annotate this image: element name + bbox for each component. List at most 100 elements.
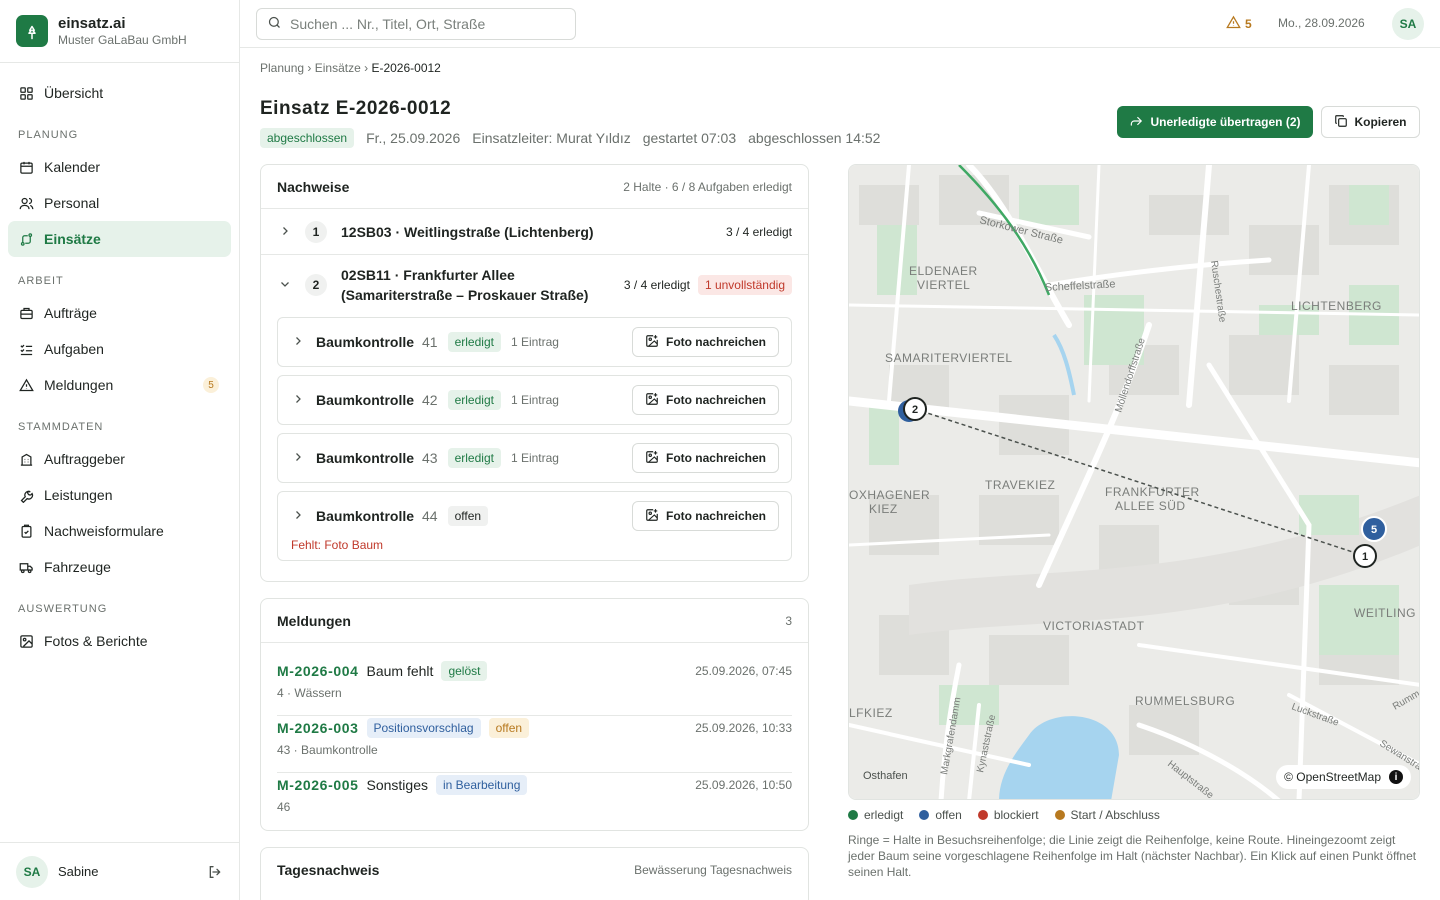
status-badge: in Bearbeitung bbox=[435, 775, 528, 795]
info-icon[interactable]: i bbox=[1389, 770, 1403, 784]
legend-label: offen bbox=[935, 808, 962, 822]
foto-nachreichen-button[interactable]: Foto nachreichen bbox=[632, 501, 779, 531]
nav-item-aufgaben[interactable]: Aufgaben bbox=[8, 331, 231, 367]
chevron-down-icon[interactable] bbox=[279, 277, 291, 293]
warning-icon bbox=[18, 377, 34, 393]
brand[interactable]: einsatz.ai Muster GaLaBau GmbH bbox=[0, 0, 239, 63]
einsatz-meta: abgeschlossen Fr., 25.09.2026 Einsatzlei… bbox=[260, 128, 892, 148]
search-input[interactable] bbox=[290, 16, 570, 32]
topbar: 5 Mo., 28.09.2026 SA bbox=[240, 0, 1440, 48]
image-plus-icon bbox=[645, 508, 666, 525]
nachweise-header: Nachweise 2 Halte · 6 / 8 Aufgaben erled… bbox=[261, 165, 808, 209]
card-title: Nachweise bbox=[277, 178, 350, 195]
task-item[interactable]: Baumkontrolle 41 erledigt 1 Eintrag Foto… bbox=[277, 317, 792, 367]
nav-item-meldungen[interactable]: Meldungen 5 bbox=[8, 367, 231, 403]
einsatz-date: Fr., 25.09.2026 bbox=[366, 130, 461, 146]
meldung-row[interactable]: M-2026-004 Baum fehlt gelöst 4 · Wässern… bbox=[277, 659, 792, 716]
wrench-icon bbox=[18, 487, 34, 503]
briefcase-icon bbox=[18, 305, 34, 321]
meldungen-count: 3 bbox=[785, 613, 792, 628]
chevron-right-icon[interactable] bbox=[292, 392, 304, 408]
map-label: WEITLING bbox=[1354, 606, 1416, 620]
nav-item-auftraege[interactable]: Aufträge bbox=[8, 295, 231, 331]
chevron-right-icon[interactable] bbox=[279, 224, 291, 240]
map-label: Osthafen bbox=[863, 770, 908, 782]
copy-icon bbox=[1334, 114, 1354, 131]
transfer-open-tasks-button[interactable]: Unerledigte übertragen (2) bbox=[1117, 106, 1313, 138]
nav-item-nachweisformulare[interactable]: Nachweisformulare bbox=[8, 513, 231, 549]
halt-title-line: (Samariterstraße – Proskauer Straße) bbox=[341, 287, 589, 303]
halt-title-line: 02SB11 · Frankfurter Allee bbox=[341, 267, 515, 283]
meldung-id[interactable]: M-2026-004 bbox=[277, 663, 359, 679]
users-icon bbox=[18, 195, 34, 211]
incomplete-badge: 1 unvollständig bbox=[697, 275, 792, 295]
map-marker-stop-1[interactable]: 1 bbox=[1353, 544, 1377, 568]
map-marker-stop-2[interactable]: 2 bbox=[903, 397, 927, 421]
einsatz-leader: Einsatzleiter: Murat Yıldız bbox=[472, 130, 631, 146]
map-label: FRANKFURTER bbox=[1105, 485, 1200, 499]
map-attribution[interactable]: © OpenStreetMap i bbox=[1276, 765, 1411, 789]
nav-item-fotos[interactable]: Fotos & Berichte bbox=[8, 623, 231, 659]
nav-label: Aufgaben bbox=[44, 341, 104, 357]
map-explanation: Ringe = Halte in Besuchsreihenfolge; die… bbox=[848, 833, 1417, 879]
foto-nachreichen-button[interactable]: Foto nachreichen bbox=[632, 385, 779, 415]
task-item[interactable]: Baumkontrolle 43 erledigt 1 Eintrag Foto… bbox=[277, 433, 792, 483]
meldung-row[interactable]: M-2026-005 Sonstiges in Bearbeitung 46 2… bbox=[277, 773, 792, 830]
alerts-count: 5 bbox=[1245, 17, 1252, 31]
task-entries: 1 Eintrag bbox=[510, 335, 559, 349]
nav-item-personal[interactable]: Personal bbox=[8, 185, 231, 221]
halt-number: 2 bbox=[305, 274, 327, 296]
alerts-indicator[interactable]: 5 bbox=[1226, 15, 1252, 33]
legend-dot-done bbox=[848, 810, 858, 820]
foto-nachreichen-button[interactable]: Foto nachreichen bbox=[632, 327, 779, 357]
copy-label: Kopieren bbox=[1354, 115, 1407, 129]
foto-nachreichen-button[interactable]: Foto nachreichen bbox=[632, 443, 779, 473]
meldung-sub: 4 · Wässern bbox=[277, 686, 342, 700]
nav-item-fahrzeuge[interactable]: Fahrzeuge bbox=[8, 549, 231, 585]
image-plus-icon bbox=[645, 450, 666, 467]
meldungen-header: Meldungen 3 bbox=[261, 599, 808, 643]
status-badge: offen bbox=[447, 506, 489, 526]
status-badge: abgeschlossen bbox=[260, 128, 355, 148]
halt-row[interactable]: 2 02SB11 · Frankfurter Allee (Samariters… bbox=[261, 255, 808, 315]
task-entries: 1 Eintrag bbox=[510, 393, 559, 407]
tagesnachweis-header: Tagesnachweis Bewässerung Tagesnachweis bbox=[261, 848, 808, 892]
nav-item-kalender[interactable]: Kalender bbox=[8, 149, 231, 185]
search-box[interactable] bbox=[256, 8, 576, 40]
meldung-row[interactable]: M-2026-003 Positionsvorschlag offen 43 ·… bbox=[277, 716, 792, 773]
breadcrumb-einsaetze[interactable]: Einsätze bbox=[315, 61, 361, 75]
status-badge: erledigt bbox=[447, 332, 501, 352]
chevron-right-icon[interactable] bbox=[292, 450, 304, 466]
avatar[interactable]: SA bbox=[16, 855, 48, 888]
task-name: Baumkontrolle bbox=[316, 334, 415, 350]
meldung-id[interactable]: M-2026-003 bbox=[277, 720, 359, 736]
breadcrumb-planung[interactable]: Planung bbox=[260, 61, 304, 75]
map-canvas[interactable]: Storkower Straße ELDENAER VIERTEL Scheff… bbox=[849, 165, 1420, 800]
meldung-id[interactable]: M-2026-005 bbox=[277, 777, 359, 793]
task-item[interactable]: Baumkontrolle 44 offen Fehlt: Foto Baum … bbox=[277, 491, 792, 561]
halt-row[interactable]: 1 12SB03 · Weitlingstraße (Lichtenberg) … bbox=[261, 209, 808, 255]
main-nav: Übersicht PLANUNG Kalender Personal Eins… bbox=[0, 63, 239, 659]
nav-item-overview[interactable]: Übersicht bbox=[8, 75, 231, 111]
nav-section-auswertung: AUSWERTUNG bbox=[18, 603, 108, 615]
nav-label: Übersicht bbox=[44, 85, 104, 101]
halt-title: 12SB03 · Weitlingstraße (Lichtenberg) bbox=[341, 223, 594, 240]
task-number: 41 bbox=[422, 334, 438, 350]
nachweise-card: Nachweise 2 Halte · 6 / 8 Aufgaben erled… bbox=[260, 164, 809, 582]
chevron-right-icon[interactable] bbox=[292, 334, 304, 350]
nav-item-einsaetze[interactable]: Einsätze bbox=[8, 221, 231, 257]
avatar[interactable]: SA bbox=[1392, 8, 1424, 40]
breadcrumb: Planung › Einsätze › E-2026-0012 bbox=[260, 61, 441, 75]
missing-hint: Fehlt: Foto Baum bbox=[291, 538, 384, 552]
map-marker-cluster[interactable]: 5 bbox=[1361, 516, 1387, 542]
chevron-right-icon[interactable] bbox=[292, 508, 304, 524]
nav-item-leistungen[interactable]: Leistungen bbox=[8, 477, 231, 513]
task-item[interactable]: Baumkontrolle 42 erledigt 1 Eintrag Foto… bbox=[277, 375, 792, 425]
copy-button[interactable]: Kopieren bbox=[1321, 106, 1420, 138]
route-map[interactable]: Storkower Straße ELDENAER VIERTEL Scheff… bbox=[848, 164, 1420, 800]
card-title: Meldungen bbox=[277, 612, 351, 629]
task-number: 43 bbox=[422, 450, 438, 466]
nachweise-summary: 2 Halte · 6 / 8 Aufgaben erledigt bbox=[623, 179, 792, 194]
logout-icon[interactable] bbox=[207, 864, 223, 883]
nav-item-auftraggeber[interactable]: Auftraggeber bbox=[8, 441, 231, 477]
